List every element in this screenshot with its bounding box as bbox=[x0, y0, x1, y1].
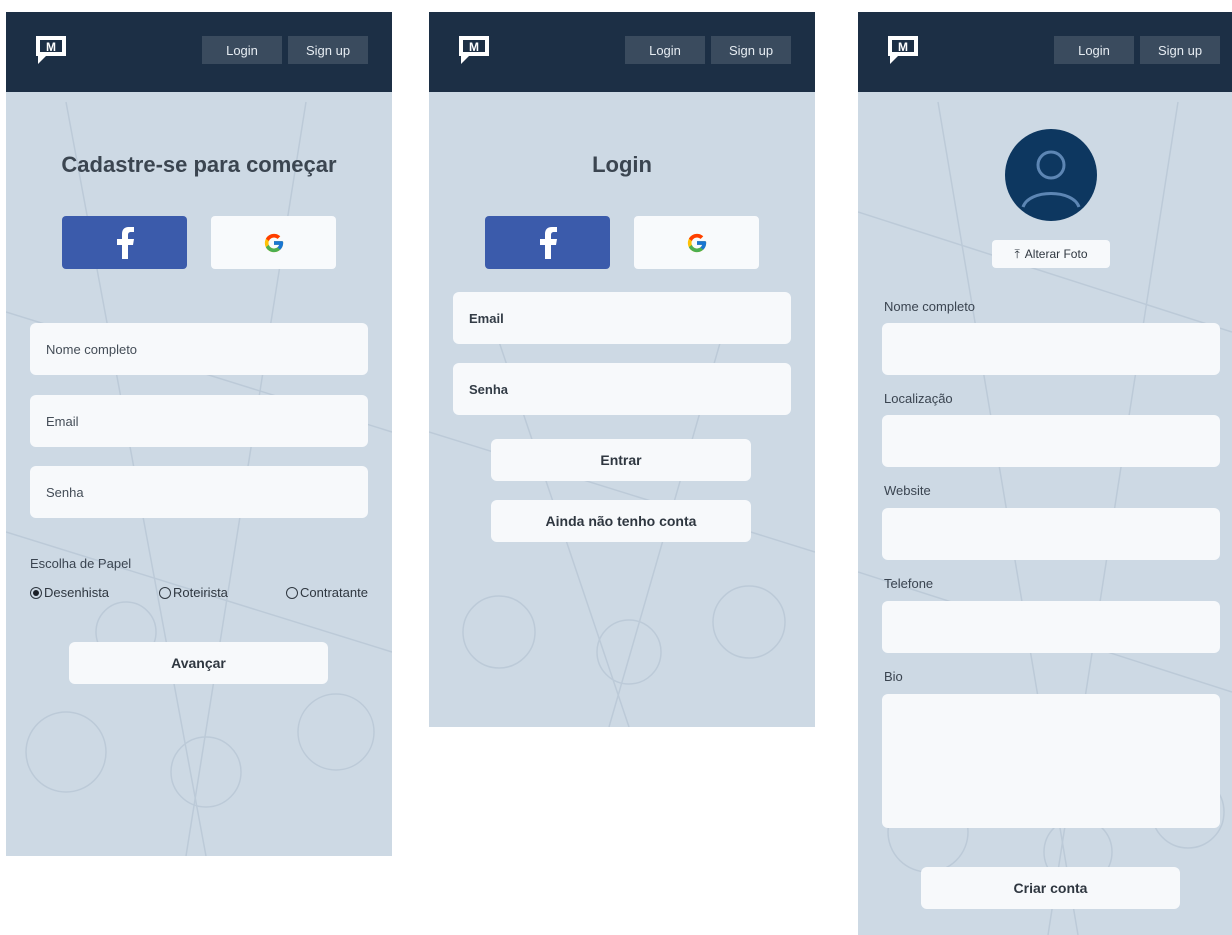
google-button[interactable] bbox=[634, 216, 759, 269]
navbar: M Login Sign up bbox=[429, 12, 815, 92]
radio-unchecked-icon bbox=[286, 586, 298, 599]
google-icon bbox=[264, 233, 283, 252]
website-label: Website bbox=[884, 483, 931, 498]
signup-button[interactable]: Sign up bbox=[1140, 36, 1220, 64]
facebook-icon bbox=[116, 226, 134, 259]
navbar: M Login Sign up bbox=[858, 12, 1232, 92]
phone-input[interactable] bbox=[882, 601, 1220, 653]
avatar bbox=[1005, 129, 1097, 221]
website-input[interactable] bbox=[882, 508, 1220, 560]
user-icon bbox=[1021, 150, 1081, 208]
upload-icon: ⤒ bbox=[1014, 246, 1020, 261]
change-photo-label: Alterar Foto bbox=[1024, 247, 1088, 261]
enter-button[interactable]: Entrar bbox=[491, 439, 751, 481]
bio-label: Bio bbox=[884, 669, 903, 684]
google-button[interactable] bbox=[211, 216, 336, 269]
location-input[interactable] bbox=[882, 415, 1220, 467]
radio-label: Roteirista bbox=[173, 585, 228, 600]
page-title: Cadastre-se para começar bbox=[61, 152, 337, 177]
bio-textarea[interactable] bbox=[882, 694, 1220, 828]
phone-label: Telefone bbox=[884, 576, 934, 591]
radio-unchecked-icon bbox=[159, 586, 171, 599]
location-label: Localização bbox=[884, 391, 953, 406]
name-input[interactable] bbox=[882, 323, 1220, 375]
next-button[interactable]: Avançar bbox=[69, 642, 328, 684]
facebook-button[interactable] bbox=[62, 216, 187, 269]
page-title: Login bbox=[592, 152, 652, 177]
svg-text:M: M bbox=[469, 40, 479, 54]
login-screen: M Login Sign up Login Email Senha Entrar… bbox=[429, 12, 815, 727]
email-input[interactable]: Email bbox=[30, 395, 368, 447]
role-label: Escolha de Papel bbox=[30, 556, 132, 571]
login-button[interactable]: Login bbox=[202, 36, 282, 64]
radio-checked-icon bbox=[30, 586, 42, 599]
signup-button[interactable]: Sign up bbox=[711, 36, 791, 64]
change-photo-button[interactable]: ⤒ Alterar Foto bbox=[992, 240, 1110, 268]
svg-text:M: M bbox=[46, 40, 56, 54]
radio-roteirista[interactable]: Roteirista bbox=[159, 585, 228, 600]
radio-label: Contratante bbox=[300, 585, 368, 600]
logo-icon[interactable]: M bbox=[32, 32, 70, 66]
signup-button[interactable]: Sign up bbox=[288, 36, 368, 64]
name-label: Nome completo bbox=[884, 299, 976, 314]
google-icon bbox=[687, 233, 706, 252]
no-account-button[interactable]: Ainda não tenho conta bbox=[491, 500, 751, 542]
logo-icon[interactable]: M bbox=[455, 32, 493, 66]
profile-screen: M Login Sign up ⤒ Alterar Foto Nome comp… bbox=[858, 12, 1232, 935]
password-input[interactable]: Senha bbox=[30, 466, 368, 518]
name-input[interactable]: Nome completo bbox=[30, 323, 368, 375]
svg-text:M: M bbox=[898, 40, 908, 54]
password-input[interactable]: Senha bbox=[453, 363, 791, 415]
logo-icon[interactable]: M bbox=[884, 32, 922, 66]
signup-screen: M Login Sign up Cadastre-se para começar… bbox=[6, 12, 392, 856]
create-account-button[interactable]: Criar conta bbox=[921, 867, 1180, 909]
facebook-button[interactable] bbox=[485, 216, 610, 269]
radio-contratante[interactable]: Contratante bbox=[286, 585, 368, 600]
radio-desenhista[interactable]: Desenhista bbox=[30, 585, 109, 600]
radio-label: Desenhista bbox=[44, 585, 110, 600]
email-input[interactable]: Email bbox=[453, 292, 791, 344]
facebook-icon bbox=[539, 226, 557, 259]
login-button[interactable]: Login bbox=[625, 36, 705, 64]
navbar: M Login Sign up bbox=[6, 12, 392, 92]
login-button[interactable]: Login bbox=[1054, 36, 1134, 64]
